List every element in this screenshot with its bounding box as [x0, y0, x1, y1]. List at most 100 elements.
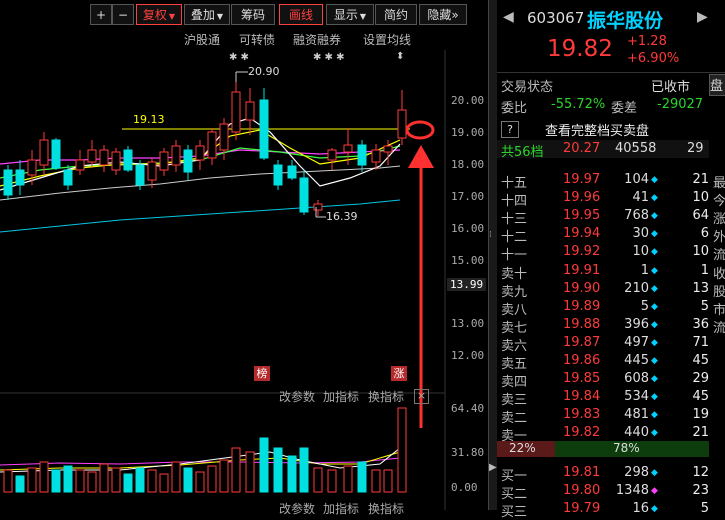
- price-axis-label: 16.00: [451, 222, 485, 235]
- volume-axis-label: 31.80: [451, 446, 485, 459]
- price-axis-label: 12.00: [451, 349, 485, 362]
- prev-stock-icon[interactable]: ◀: [503, 9, 514, 25]
- price-axis-label: 15.00: [451, 254, 485, 267]
- candle-body: [63, 169, 73, 186]
- total-levels-row: 共56档 20.27 40558 29: [497, 140, 709, 160]
- candle-body: [259, 99, 269, 159]
- level-order-count: 10: [692, 244, 709, 260]
- volume-bar: [207, 465, 217, 493]
- status-value: 已收市: [651, 80, 691, 95]
- volume-bar: [75, 469, 85, 493]
- level-label: 卖六: [501, 338, 528, 354]
- truncated-field-label: 市: [713, 302, 725, 318]
- volume-bar: [327, 469, 337, 493]
- close-icon[interactable]: ×: [414, 389, 429, 404]
- level-volume: 534: [624, 389, 649, 405]
- level-volume: 5: [640, 298, 649, 314]
- orderbook-row[interactable]: 十五 19.97 104 ◆ 21 最: [497, 172, 725, 191]
- full-orderbook-link[interactable]: 查看完整档买卖盘: [545, 120, 649, 139]
- volume-axis-label: 64.40: [451, 402, 485, 415]
- level-label: 买二: [501, 486, 528, 502]
- right-tab-pan[interactable]: 盘: [709, 74, 725, 96]
- level-order-count: 45: [692, 353, 709, 368]
- orderbook-row[interactable]: 卖十 19.91 1 ◆ 1 收: [497, 262, 725, 282]
- diamond-icon: ◆: [651, 392, 658, 403]
- price-axis-label: 17.00: [451, 190, 485, 203]
- volume-bar: [135, 467, 145, 493]
- diamond-icon: ◆: [651, 428, 658, 439]
- price-axis-label: 20.00: [451, 94, 485, 107]
- sell-ratio-text: 22%: [509, 441, 536, 455]
- orderbook-row[interactable]: 十二 19.94 30 ◆ 6 外: [497, 226, 725, 245]
- arrow-head-icon: [408, 145, 434, 168]
- volume-bar: [357, 461, 367, 493]
- orderbook-row[interactable]: 十四 19.96 41 ◆ 10 今: [497, 190, 725, 209]
- level-price: 19.85: [563, 371, 601, 387]
- orderbook-row[interactable]: 十一 19.92 10 ◆ 10 流: [497, 244, 725, 264]
- next-stock-icon[interactable]: ▶: [697, 9, 708, 25]
- kline-svg: [0, 50, 446, 510]
- level-volume: 1: [640, 262, 649, 278]
- orderbook-row[interactable]: 买二 19.80 1348 ◆ 23: [497, 482, 725, 502]
- diamond-icon: ◆: [651, 319, 658, 330]
- candle-body: [357, 144, 367, 166]
- orderbook-row[interactable]: 买一 19.81 298 ◆ 12: [497, 465, 725, 484]
- candle-body: [231, 91, 241, 133]
- level-price: 19.88: [563, 316, 601, 332]
- huanzhibiao-button[interactable]: 换指标: [368, 388, 404, 405]
- volume-bar: [87, 471, 97, 493]
- jiazhibiao-button[interactable]: 加指标: [323, 388, 359, 405]
- orderbook-row[interactable]: 卖三 19.84 534 ◆ 45: [497, 389, 725, 408]
- expand-arrow-icon[interactable]: ▶: [489, 462, 497, 473]
- gaicanshu-button-2[interactable]: 改参数: [279, 500, 315, 517]
- truncated-field-label: 流: [713, 248, 725, 264]
- huanzhibiao-button-2[interactable]: 换指标: [368, 500, 404, 517]
- candle-body: [159, 151, 169, 171]
- stock-name: 振华股份: [587, 10, 664, 32]
- level-price: 19.90: [563, 280, 601, 296]
- price-change-pct: +6.90%: [627, 51, 680, 66]
- volume-bar: [123, 473, 133, 493]
- orderbook-row[interactable]: 卖七 19.88 396 ◆ 36 流: [497, 316, 725, 336]
- candle-body: [383, 145, 393, 153]
- level-label: 卖二: [501, 411, 528, 427]
- level-volume: 440: [624, 425, 649, 441]
- volume-bar: [63, 465, 73, 493]
- volume-bar: [159, 473, 169, 493]
- orderbook-row[interactable]: 卖四 19.85 608 ◆ 29: [497, 371, 725, 391]
- orderbook-row[interactable]: 十三 19.95 768 ◆ 64 涨: [497, 208, 725, 227]
- diamond-icon: ◆: [651, 265, 658, 276]
- level-price: 19.89: [563, 298, 601, 314]
- candle-body: [99, 149, 109, 166]
- level-label: 卖四: [501, 375, 528, 391]
- level-price: 19.84: [563, 389, 601, 405]
- level-order-count: 5: [700, 298, 709, 314]
- candle-body: [273, 164, 283, 186]
- orderbook-row[interactable]: 卖六 19.87 497 ◆ 71: [497, 335, 725, 354]
- low-price-label: 16.39: [326, 210, 358, 223]
- orderbook-row[interactable]: 卖二 19.83 481 ◆ 19: [497, 407, 725, 427]
- diamond-icon: ◆: [651, 175, 658, 185]
- orderbook-row[interactable]: 卖九 19.90 210 ◆ 13 股: [497, 280, 725, 300]
- jiazhibiao-button-2[interactable]: 加指标: [323, 500, 359, 517]
- gaicanshu-button[interactable]: 改参数: [279, 388, 315, 405]
- high-price-label: 20.90: [248, 65, 280, 78]
- price-axis-label: 19.00: [451, 126, 485, 139]
- level-volume: 1348: [615, 482, 649, 498]
- orderbook-row[interactable]: 卖五 19.86 445 ◆ 45: [497, 353, 725, 372]
- candle-body: [87, 149, 97, 163]
- level-volume: 210: [624, 280, 649, 296]
- status-label: 交易状态: [501, 80, 554, 95]
- level-order-count: 13: [692, 280, 709, 296]
- level-price: 19.79: [563, 500, 601, 516]
- price-change: +1.28: [627, 34, 667, 49]
- kline-chart-panel[interactable]: + − 复权 ▼ 叠加 ▼ 筹码 画线 显示 ▼ 简约 隐藏» 沪股通 可转债 融资融…: [0, 0, 488, 516]
- level-label: 卖七: [501, 320, 528, 336]
- candle-body: [287, 165, 297, 179]
- bang-tag[interactable]: 榜: [254, 366, 270, 381]
- candle-body: [313, 203, 323, 211]
- candle-body: [371, 149, 381, 163]
- help-icon[interactable]: ?: [501, 121, 519, 138]
- zhang-tag[interactable]: 涨: [391, 366, 407, 381]
- orderbook-row[interactable]: 卖八 19.89 5 ◆ 5 市: [497, 298, 725, 318]
